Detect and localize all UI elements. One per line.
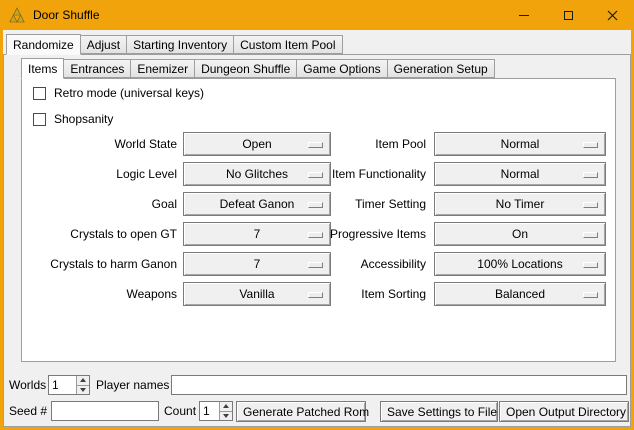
items-pane: Retro mode (universal keys) Shopsanity W… — [21, 78, 616, 362]
item-pool-dropdown[interactable]: Normal — [434, 132, 606, 156]
window-controls — [502, 0, 634, 30]
close-button[interactable] — [590, 0, 634, 30]
item-functionality-label: Item Functionality — [252, 162, 426, 186]
progressive-items-dropdown[interactable]: On — [434, 222, 606, 246]
item-functionality-dropdown[interactable]: Normal — [434, 162, 606, 186]
crystals-harm-ganon-label: Crystals to harm Ganon — [22, 252, 177, 276]
spin-down-icon[interactable] — [77, 385, 89, 395]
worlds-spinbox — [48, 375, 90, 395]
tab-custom-item-pool[interactable]: Custom Item Pool — [233, 35, 342, 54]
player-names-label: Player names — [96, 375, 169, 395]
accessibility-dropdown[interactable]: 100% Locations — [434, 252, 606, 276]
dropdown-indicator-icon — [583, 172, 598, 178]
client-area: Randomize Adjust Starting Inventory Cust… — [3, 30, 631, 427]
tab-items[interactable]: Items — [21, 58, 64, 79]
goal-label: Goal — [22, 192, 177, 216]
spin-up-icon[interactable] — [220, 402, 232, 411]
checkbox-box-icon — [33, 113, 46, 126]
spin-down-icon[interactable] — [220, 411, 232, 421]
seed-label: Seed # — [9, 401, 47, 422]
dropdown-value: No Timer — [496, 197, 545, 211]
spin-up-icon[interactable] — [77, 376, 89, 385]
timer-setting-label: Timer Setting — [252, 192, 426, 216]
door-shuffle-window: Door Shuffle Randomize Adjust Starting I… — [0, 0, 634, 430]
player-names-input[interactable] — [171, 375, 627, 395]
progressive-items-label: Progressive Items — [252, 222, 426, 246]
minimize-icon — [519, 15, 529, 16]
maximize-icon — [564, 11, 573, 20]
accessibility-label: Accessibility — [252, 252, 426, 276]
worlds-spin-arrows — [76, 376, 89, 394]
worlds-label: Worlds — [9, 375, 46, 395]
dropdown-indicator-icon — [583, 142, 598, 148]
item-sorting-label: Item Sorting — [252, 282, 426, 306]
item-pool-label: Item Pool — [252, 132, 426, 156]
logic-level-label: Logic Level — [22, 162, 177, 186]
inner-tab-bar: Items Entrances Enemizer Dungeon Shuffle… — [21, 57, 495, 78]
dropdown-indicator-icon — [583, 232, 598, 238]
save-settings-button[interactable]: Save Settings to File — [380, 401, 498, 422]
tab-entrances[interactable]: Entrances — [63, 59, 131, 78]
dropdown-indicator-icon — [583, 202, 598, 208]
tab-generation-setup[interactable]: Generation Setup — [387, 59, 495, 78]
weapons-label: Weapons — [22, 282, 177, 306]
outer-tab-bar: Randomize Adjust Starting Inventory Cust… — [6, 33, 343, 54]
timer-setting-dropdown[interactable]: No Timer — [434, 192, 606, 216]
count-label: Count — [164, 401, 196, 422]
dropdown-value: Normal — [501, 137, 540, 151]
tab-randomize[interactable]: Randomize — [6, 34, 81, 55]
maximize-button[interactable] — [546, 0, 590, 30]
randomize-pane: Items Entrances Enemizer Dungeon Shuffle… — [3, 54, 631, 427]
tab-dungeon-shuffle[interactable]: Dungeon Shuffle — [194, 59, 297, 78]
world-state-label: World State — [22, 132, 177, 156]
shopsanity-label: Shopsanity — [54, 112, 113, 126]
dropdown-value: On — [512, 227, 528, 241]
tab-game-options[interactable]: Game Options — [296, 59, 387, 78]
titlebar: Door Shuffle — [0, 0, 634, 30]
count-input[interactable] — [200, 402, 219, 420]
dropdown-value: 100% Locations — [477, 257, 562, 271]
open-output-directory-button[interactable]: Open Output Directory — [499, 401, 629, 422]
seed-input[interactable] — [51, 401, 159, 421]
checkbox-box-icon — [33, 87, 46, 100]
retro-mode-label: Retro mode (universal keys) — [54, 86, 204, 100]
tab-enemizer[interactable]: Enemizer — [130, 59, 195, 78]
crystals-open-gt-label: Crystals to open GT — [22, 222, 177, 246]
tab-starting-inventory[interactable]: Starting Inventory — [126, 35, 234, 54]
count-spin-arrows — [219, 402, 232, 420]
shopsanity-checkbox[interactable]: Shopsanity — [33, 110, 113, 128]
count-spinbox — [199, 401, 233, 421]
worlds-input[interactable] — [49, 376, 76, 394]
generate-patched-rom-button[interactable]: Generate Patched Rom — [236, 401, 366, 422]
window-title: Door Shuffle — [33, 8, 100, 22]
triforce-icon — [9, 7, 25, 23]
item-sorting-dropdown[interactable]: Balanced — [434, 282, 606, 306]
dropdown-indicator-icon — [583, 292, 598, 298]
tab-adjust[interactable]: Adjust — [80, 35, 127, 54]
close-icon — [607, 10, 618, 21]
dropdown-value: Normal — [501, 167, 540, 181]
minimize-button[interactable] — [502, 0, 546, 30]
retro-mode-checkbox[interactable]: Retro mode (universal keys) — [33, 84, 204, 102]
dropdown-indicator-icon — [583, 262, 598, 268]
dropdown-value: Balanced — [495, 287, 545, 301]
